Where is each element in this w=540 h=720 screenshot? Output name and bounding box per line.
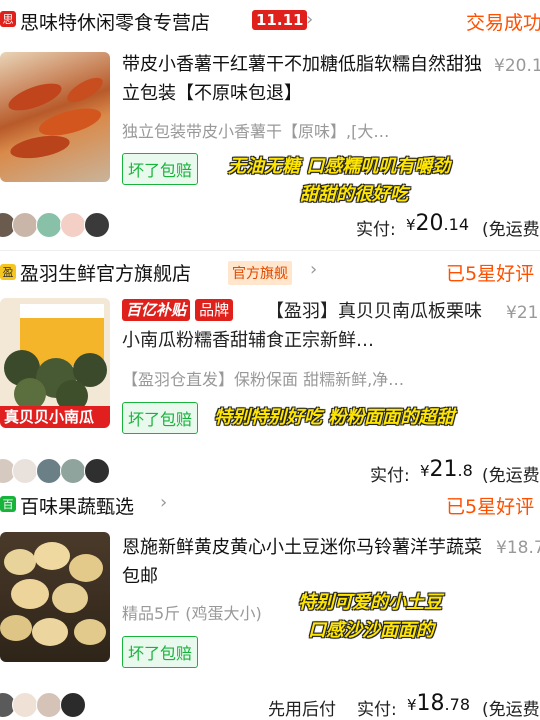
paid-label: 实付: [357,700,397,720]
official-flagship-badge: 官方旗舰 [228,261,292,285]
product-price: ¥18.78 [496,538,540,558]
avatar [60,692,86,718]
order-status: 已5星好评 [446,496,535,518]
avatar [12,458,38,484]
shipping-note: (免运费) [482,700,540,720]
avatar [12,692,38,718]
paid-amount: ¥20.14 [406,211,469,236]
review-overlay-line2: 甜甜的很好吃 [300,184,408,205]
guarantee-badge: 坏了包赔 [122,636,199,668]
shop-logo-icon: 思 [0,11,16,27]
product-image[interactable]: 真贝贝小南瓜 [0,298,110,428]
chevron-right-icon[interactable]: › [306,9,313,30]
avatar [60,212,86,238]
pay-later-label: 先用后付 [268,700,336,720]
shop-name[interactable]: 思味特休闲零食专营店 [20,8,210,35]
chevron-right-icon[interactable]: › [310,259,317,280]
product-image[interactable] [0,532,110,662]
double-eleven-badge: 11.11 [252,10,308,30]
sweet-potato-image [8,77,103,159]
divider [0,250,540,251]
shipping-note: (免运费) [482,466,540,486]
avatar [60,458,86,484]
potato-image [0,542,106,646]
avatar [36,212,62,238]
product-title[interactable]: 恩施新鲜黄皮黄心小土豆迷你马铃薯洋芋蔬菜包邮 [122,533,492,591]
avatar [36,458,62,484]
product-price: ¥20.14 [494,56,540,76]
shipping-note: (免运费) [482,220,540,240]
chevron-right-icon[interactable]: › [160,492,167,513]
avatar [84,458,110,484]
paid-label: 实付: [370,466,410,486]
product-spec: 【盈羽仓直发】保粉保面 甜糯新鲜,净… [122,370,405,389]
shop-name[interactable]: 盈羽生鲜官方旗舰店 [20,259,191,286]
review-overlay-line1: 无油无糖 口感糯叽叽有嚼劲 [228,156,451,177]
product-spec: 精品5斤 (鸡蛋大小) [122,604,262,623]
product-title[interactable]: 【盈羽】真贝贝南瓜板栗味小南瓜粉糯香甜辅食正宗新鲜… [122,297,492,355]
guarantee-badge: 坏了包赔 [122,153,199,185]
review-overlay-line1: 特别可爱的小土豆 [298,592,442,613]
review-overlay-line1: 特别特别好吃 粉粉面面的超甜 [214,407,455,428]
product-spec: 独立包装带皮小香薯干【原味】,[大… [122,122,390,141]
product-image-caption: 真贝贝小南瓜 [4,408,95,426]
avatar [36,692,62,718]
avatar [84,212,110,238]
paid-amount: ¥18.78 [407,691,470,716]
product-price: ¥21.8 [506,303,540,323]
order-status: 交易成功 [466,12,540,34]
order-status: 已5星好评 [446,263,535,285]
shop-logo-icon: 盈 [0,264,16,280]
guarantee-badge: 坏了包赔 [122,402,199,434]
paid-label: 实付: [356,220,396,240]
product-title[interactable]: 带皮小香薯干红薯干不加糖低脂软糯自然甜独立包装【不原味包退】 [122,50,492,108]
review-overlay-line2: 口感沙沙面面的 [308,620,434,641]
avatar [12,212,38,238]
shop-logo-icon: 百 [0,496,16,512]
product-image[interactable] [0,52,110,182]
shop-name[interactable]: 百味果蔬甄选 [20,492,134,519]
paid-amount: ¥21.8 [420,457,473,482]
